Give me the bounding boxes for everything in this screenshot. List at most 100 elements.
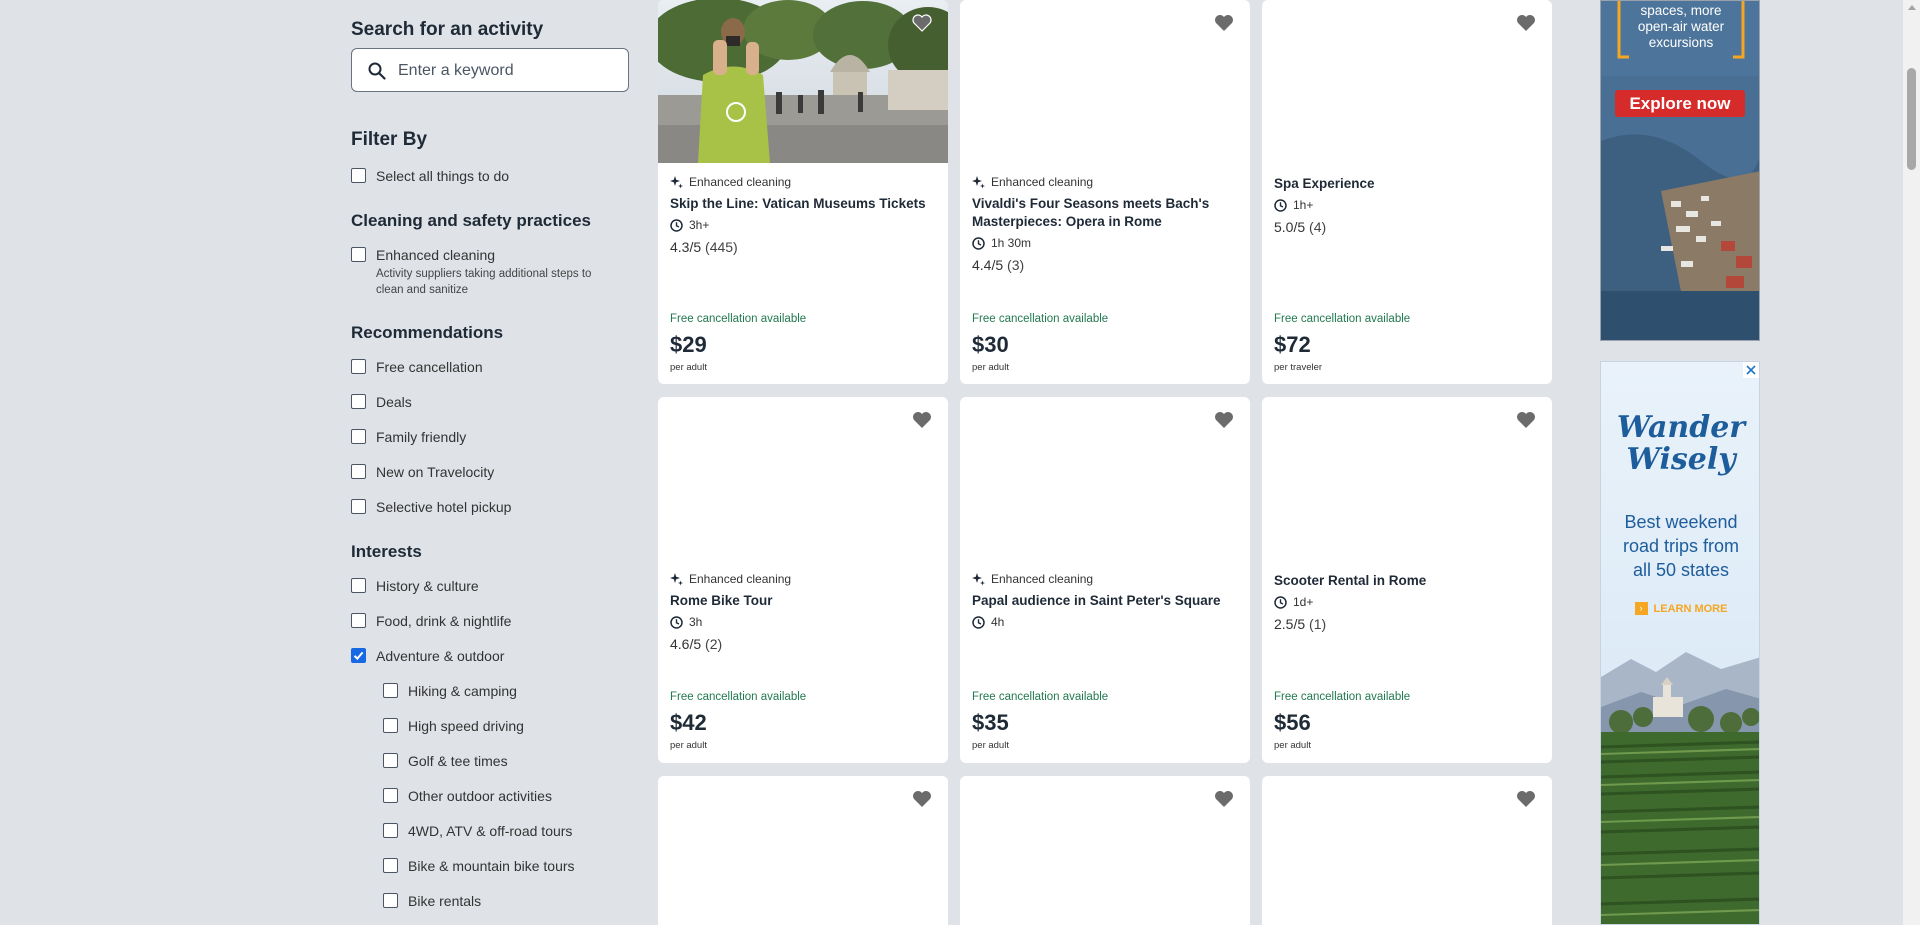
badge-text: Enhanced cleaning: [991, 175, 1094, 189]
checkbox-label: Food, drink & nightlife: [376, 613, 512, 629]
checkbox[interactable]: [351, 394, 366, 409]
learn-more-link[interactable]: › LEARN MORE: [1601, 602, 1759, 615]
ad-close-icon[interactable]: [1743, 362, 1759, 378]
heart-icon[interactable]: [1516, 411, 1536, 429]
heart-icon[interactable]: [912, 14, 932, 32]
activity-card[interactable]: Scooter Rental in Rome 1d+ 2.5/5 (1) Fre…: [1262, 397, 1552, 763]
filter-enhanced-cleaning[interactable]: Enhanced cleaning: [351, 247, 495, 263]
checkbox[interactable]: [351, 499, 366, 514]
activity-card[interactable]: [1262, 776, 1552, 925]
duration-text: 1d+: [1293, 595, 1314, 609]
filter-bike-tours[interactable]: Bike & mountain bike tours: [383, 858, 575, 874]
checkbox[interactable]: [351, 247, 366, 262]
filter-free-cancellation[interactable]: Free cancellation: [351, 359, 483, 375]
clock-icon: [670, 615, 683, 629]
activity-card[interactable]: Spa Experience 1h+ 5.0/5 (4) Free cancel…: [1262, 0, 1552, 384]
ad-text-line: open-air water: [1637, 19, 1725, 34]
activity-price: $30: [972, 332, 1009, 357]
search-input[interactable]: [396, 57, 620, 85]
heart-icon[interactable]: [912, 411, 932, 429]
activity-card[interactable]: [960, 776, 1250, 925]
filter-selective-hotel-pickup[interactable]: Selective hotel pickup: [351, 499, 511, 515]
activity-card[interactable]: Enhanced cleaning Skip the Line: Vatican…: [658, 0, 948, 384]
checkbox[interactable]: [351, 613, 366, 628]
checkbox[interactable]: [351, 464, 366, 479]
clock-icon: [670, 218, 683, 232]
checkbox-label: Selective hotel pickup: [376, 499, 512, 515]
advertisement-banner[interactable]: spaces, more open-air water excursions E…: [1600, 0, 1760, 341]
clock-icon: [1274, 198, 1287, 212]
price-unit: per adult: [972, 362, 1009, 373]
checkbox[interactable]: [383, 858, 398, 873]
checkbox[interactable]: [351, 429, 366, 444]
activity-title[interactable]: Vivaldi's Four Seasons meets Bach's Mast…: [972, 195, 1242, 231]
heart-icon[interactable]: [1214, 14, 1234, 32]
checkbox[interactable]: [383, 823, 398, 838]
activity-price: $42: [670, 710, 707, 735]
ad-tagline-line: Best weekend: [1624, 512, 1738, 532]
arrow-icon: ›: [1634, 602, 1648, 615]
checkbox-label: Free cancellation: [376, 359, 483, 375]
enhanced-cleaning-badge: Enhanced cleaning: [670, 175, 791, 189]
heart-icon[interactable]: [1516, 790, 1536, 808]
ad-tagline-line: all 50 states: [1632, 560, 1730, 580]
filter-family-friendly[interactable]: Family friendly: [351, 429, 466, 445]
filter-history-culture[interactable]: History & culture: [351, 578, 479, 594]
checkbox[interactable]: [383, 893, 398, 908]
activity-card[interactable]: Enhanced cleaning Rome Bike Tour 3h 4.6/…: [658, 397, 948, 763]
free-cancellation-label: Free cancellation available: [972, 313, 1109, 325]
search-box[interactable]: [351, 48, 629, 92]
activity-rating: 4.6/5 (2): [670, 636, 722, 652]
sparkle-icon: [670, 175, 683, 188]
heart-icon[interactable]: [1214, 790, 1234, 808]
filter-deals[interactable]: Deals: [351, 394, 412, 410]
activity-duration: 1h 30m: [972, 236, 1031, 250]
filter-bike-rentals[interactable]: Bike rentals: [383, 893, 481, 909]
checkbox[interactable]: [351, 578, 366, 593]
heart-icon[interactable]: [1214, 411, 1234, 429]
free-cancellation-label: Free cancellation available: [972, 691, 1109, 703]
learn-more-label: LEARN MORE: [1653, 602, 1728, 615]
activity-rating: 4.4/5 (3): [972, 257, 1024, 273]
vineyard-photo: [1601, 652, 1759, 924]
activity-card[interactable]: Enhanced cleaning Vivaldi's Four Seasons…: [960, 0, 1250, 384]
checkbox[interactable]: [383, 718, 398, 733]
checkbox[interactable]: [383, 753, 398, 768]
checkbox-label: 4WD, ATV & off-road tours: [408, 823, 573, 839]
recommendations-heading: Recommendations: [351, 323, 504, 342]
activity-card[interactable]: Enhanced cleaning Papal audience in Sain…: [960, 397, 1250, 763]
heart-icon[interactable]: [1516, 14, 1536, 32]
activity-title[interactable]: Papal audience in Saint Peter's Square: [972, 592, 1242, 610]
advertisement-banner[interactable]: Wander Wisely Best weekend road trips fr…: [1600, 361, 1760, 925]
checkbox-label: Hiking & camping: [408, 683, 517, 699]
filter-food-drink-nightlife[interactable]: Food, drink & nightlife: [351, 613, 511, 629]
heart-icon[interactable]: [912, 790, 932, 808]
checkbox[interactable]: [351, 168, 366, 183]
filter-select-all[interactable]: Select all things to do: [351, 168, 509, 184]
page-scrollbar[interactable]: [1903, 0, 1920, 925]
activity-title[interactable]: Skip the Line: Vatican Museums Tickets: [670, 195, 940, 213]
checkbox[interactable]: [351, 359, 366, 374]
filter-new-on-travelocity[interactable]: New on Travelocity: [351, 464, 494, 480]
scroll-up-arrow-icon[interactable]: [1908, 5, 1916, 10]
activity-rating: 4.3/5 (445): [670, 239, 738, 255]
filter-high-speed-driving[interactable]: High speed driving: [383, 718, 524, 734]
checkbox[interactable]: [383, 788, 398, 803]
filter-4wd-atv[interactable]: 4WD, ATV & off-road tours: [383, 823, 572, 839]
explore-now-button[interactable]: Explore now: [1615, 90, 1745, 117]
checkbox[interactable]: [383, 683, 398, 698]
activity-title[interactable]: Spa Experience: [1274, 175, 1544, 193]
filter-other-outdoor[interactable]: Other outdoor activities: [383, 788, 552, 804]
scrollbar-thumb[interactable]: [1907, 68, 1916, 170]
filter-golf-tee-times[interactable]: Golf & tee times: [383, 753, 508, 769]
activity-title[interactable]: Scooter Rental in Rome: [1274, 572, 1544, 590]
duration-text: 3h: [689, 615, 703, 629]
sparkle-icon: [972, 572, 985, 585]
activity-card[interactable]: [658, 776, 948, 925]
rating-value: 4.6/5: [670, 636, 702, 652]
price-unit: per adult: [972, 740, 1009, 751]
filter-adventure-outdoor[interactable]: Adventure & outdoor: [351, 648, 504, 664]
activity-title[interactable]: Rome Bike Tour: [670, 592, 940, 610]
checkbox-checked[interactable]: [351, 648, 366, 663]
filter-hiking-camping[interactable]: Hiking & camping: [383, 683, 517, 699]
